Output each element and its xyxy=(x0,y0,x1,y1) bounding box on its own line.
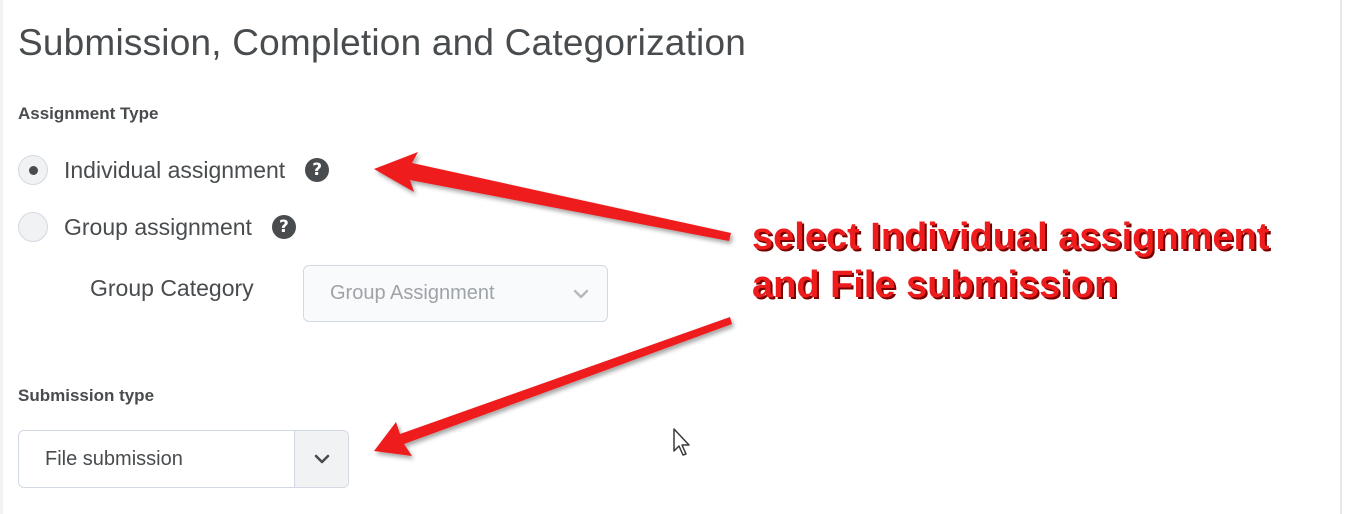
annotation-line-2: and File submission xyxy=(752,264,1118,306)
annotation-line-1: select Individual assignment xyxy=(752,216,1270,258)
annotation-text: select Individual assignment and File su… xyxy=(752,213,1269,309)
mouse-cursor-icon xyxy=(673,428,690,456)
arrow-to-individual-assignment xyxy=(374,152,731,241)
